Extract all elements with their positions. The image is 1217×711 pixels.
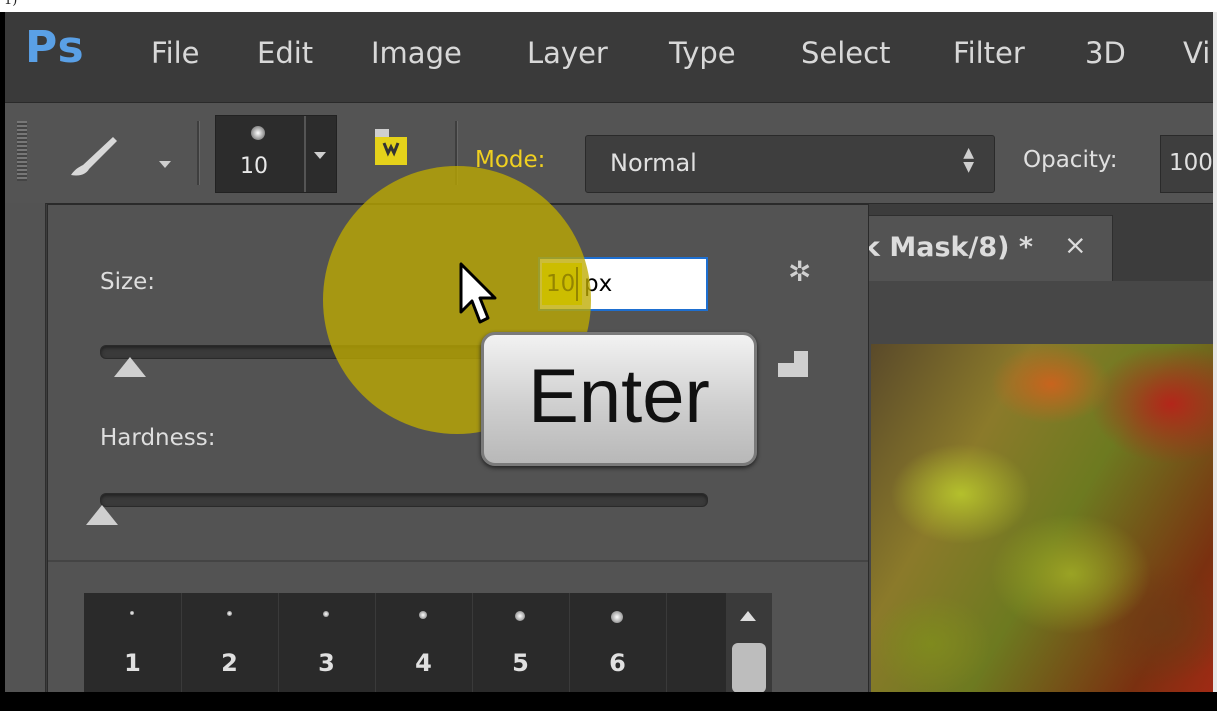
opacity-value: 100 bbox=[1169, 150, 1213, 176]
caption-fragment: 1) bbox=[4, 0, 18, 8]
options-bar: 10 Mode: Normal ▲ ▼ Opacity: 100 bbox=[5, 102, 1213, 204]
document-tab-title: k Mask/8) * bbox=[862, 232, 1033, 263]
mode-dropdown[interactable]: Normal ▲ ▼ bbox=[585, 135, 995, 193]
menu-file[interactable]: File bbox=[151, 36, 200, 70]
mode-value: Normal bbox=[610, 149, 697, 177]
menu-select[interactable]: Select bbox=[801, 36, 890, 70]
brush-tip-icon bbox=[611, 611, 623, 623]
brush-tip-icon bbox=[251, 126, 265, 140]
menu-filter[interactable]: Filter bbox=[953, 36, 1025, 70]
photoshop-logo: Ps bbox=[25, 22, 85, 73]
window-edge bbox=[1213, 12, 1217, 692]
brush-preset-size: 1 bbox=[124, 649, 141, 677]
close-icon[interactable]: × bbox=[1064, 230, 1087, 261]
brush-picker-caret-icon[interactable] bbox=[314, 152, 326, 159]
toolbar-grip[interactable] bbox=[17, 121, 27, 181]
brush-preset-size: 3 bbox=[318, 649, 335, 677]
tools-panel-edge bbox=[5, 203, 46, 692]
picker-split bbox=[304, 116, 306, 192]
opacity-label: Opacity: bbox=[1023, 147, 1118, 173]
brush-tip-icon bbox=[515, 611, 525, 621]
brush-tool-icon[interactable] bbox=[65, 131, 135, 179]
enter-key-label: Enter bbox=[528, 354, 710, 439]
brush-preset-size: 2 bbox=[221, 649, 238, 677]
separator bbox=[197, 121, 200, 185]
size-slider-thumb[interactable] bbox=[114, 357, 146, 377]
brush-panel-toggle-icon[interactable] bbox=[375, 129, 407, 169]
menu-bar: Ps File Edit Image Layer Type Select Fil… bbox=[5, 12, 1213, 102]
tool-preset-caret-icon[interactable] bbox=[159, 161, 171, 168]
brush-preset-size: 6 bbox=[609, 649, 626, 677]
brush-preset-item[interactable]: 3 bbox=[278, 593, 376, 692]
menu-view[interactable]: Vi bbox=[1183, 36, 1210, 70]
enter-key-overlay: Enter bbox=[481, 332, 757, 466]
popup-divider bbox=[48, 560, 868, 562]
brush-size-readout: 10 bbox=[240, 154, 268, 179]
brush-tip-icon bbox=[227, 611, 232, 616]
hardness-slider-thumb[interactable] bbox=[86, 505, 118, 525]
brush-tip-icon bbox=[130, 611, 134, 615]
brush-preset-item[interactable]: 2 bbox=[181, 593, 279, 692]
bottom-black-bar bbox=[0, 692, 1217, 711]
document-image[interactable] bbox=[871, 344, 1213, 692]
hardness-slider-track[interactable] bbox=[100, 493, 708, 507]
brush-preset-item[interactable]: 6 bbox=[569, 593, 667, 692]
brush-preset-item[interactable]: 5 bbox=[472, 593, 570, 692]
menu-layer[interactable]: Layer bbox=[527, 36, 608, 70]
new-preset-icon[interactable] bbox=[778, 351, 808, 377]
brush-preset-item[interactable]: 4 bbox=[375, 593, 473, 692]
opacity-input[interactable]: 100 bbox=[1160, 135, 1213, 193]
brush-tip-icon bbox=[323, 611, 329, 617]
preset-scrollbar[interactable] bbox=[726, 593, 772, 692]
document-tab[interactable]: k Mask/8) * × bbox=[835, 215, 1113, 282]
gear-icon[interactable]: ✲ bbox=[788, 255, 811, 288]
updown-arrows-icon: ▲ ▼ bbox=[963, 145, 974, 175]
hardness-label: Hardness: bbox=[100, 425, 216, 451]
brush-preset-item[interactable]: 1 bbox=[84, 593, 182, 692]
menu-edit[interactable]: Edit bbox=[257, 36, 313, 70]
menu-image[interactable]: Image bbox=[371, 36, 462, 70]
scroll-up-icon[interactable] bbox=[740, 611, 756, 621]
size-label: Size: bbox=[100, 269, 155, 295]
brush-tip-icon bbox=[419, 611, 427, 619]
brush-preset-size: 5 bbox=[512, 649, 529, 677]
brush-preset-size: 4 bbox=[415, 649, 432, 677]
mouse-pointer-icon bbox=[459, 262, 497, 324]
top-caption-strip: 1) bbox=[0, 0, 1217, 12]
brush-preset-grid: 1 2 3 4 5 6 bbox=[84, 593, 772, 692]
photoshop-window: Ps File Edit Image Layer Type Select Fil… bbox=[5, 12, 1213, 692]
menu-type[interactable]: Type bbox=[669, 36, 736, 70]
brush-preset-picker[interactable]: 10 bbox=[215, 115, 337, 193]
scroll-thumb[interactable] bbox=[732, 643, 766, 692]
menu-3d[interactable]: 3D bbox=[1085, 36, 1126, 70]
